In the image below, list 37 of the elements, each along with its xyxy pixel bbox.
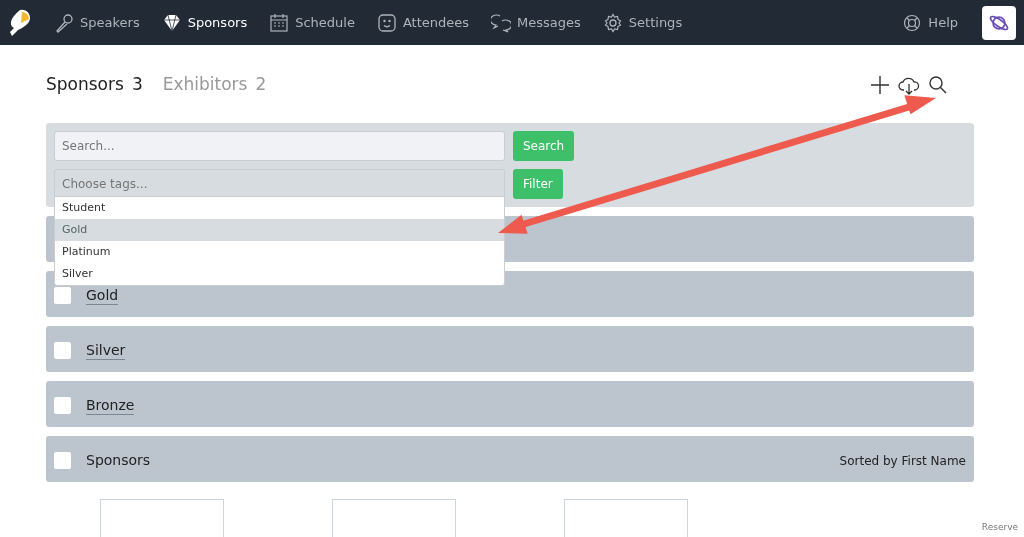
group-link[interactable]: Gold — [86, 285, 119, 306]
reserve-label: Reserve — [981, 520, 1018, 534]
cloud-download-icon[interactable] — [898, 75, 920, 95]
profile-button[interactable] — [982, 5, 1016, 40]
plus-icon[interactable] — [870, 75, 890, 95]
group-checkbox[interactable] — [54, 342, 71, 359]
smiley-face-icon — [376, 12, 397, 33]
sponsor-card[interactable] — [564, 499, 688, 537]
nav-link[interactable]: Settings — [602, 12, 683, 33]
section-tab[interactable]: Sponsors 3 — [46, 72, 143, 98]
nav-link[interactable]: Sponsors — [161, 12, 248, 33]
group-checkbox[interactable] — [54, 397, 71, 414]
settings-icon — [602, 12, 623, 33]
group-title: Sponsors — [86, 451, 151, 470]
dropdown-option[interactable]: Student — [55, 197, 504, 219]
dropdown-option[interactable]: Silver — [55, 263, 504, 285]
group-checkbox[interactable] — [54, 452, 71, 469]
search-field[interactable]: Search... — [54, 131, 505, 161]
calendar-icon — [269, 12, 290, 33]
sponsor-card[interactable] — [332, 499, 456, 537]
help-link[interactable]: Help — [902, 12, 958, 33]
dropdown-option[interactable]: Platinum — [55, 241, 504, 263]
dropdown-option[interactable]: Gold — [55, 219, 504, 241]
nav-link[interactable]: Messages — [491, 12, 581, 33]
search-icon[interactable] — [928, 75, 948, 95]
microphone-icon — [54, 12, 74, 33]
diamond-icon — [161, 12, 182, 33]
nav-link[interactable]: Attendees — [376, 12, 470, 33]
tags-field[interactable]: Choose tags... — [54, 169, 505, 199]
sort-label: Sorted by First Name — [839, 452, 966, 470]
group-checkbox[interactable] — [54, 287, 71, 304]
nav-link[interactable]: Schedule — [269, 12, 355, 33]
nav-link[interactable]: Speakers — [54, 12, 140, 33]
group-link[interactable]: Bronze — [86, 395, 135, 416]
group-link[interactable]: Silver — [86, 340, 126, 361]
sponsor-card[interactable] — [100, 499, 224, 537]
lifebuoy-icon — [902, 12, 923, 33]
